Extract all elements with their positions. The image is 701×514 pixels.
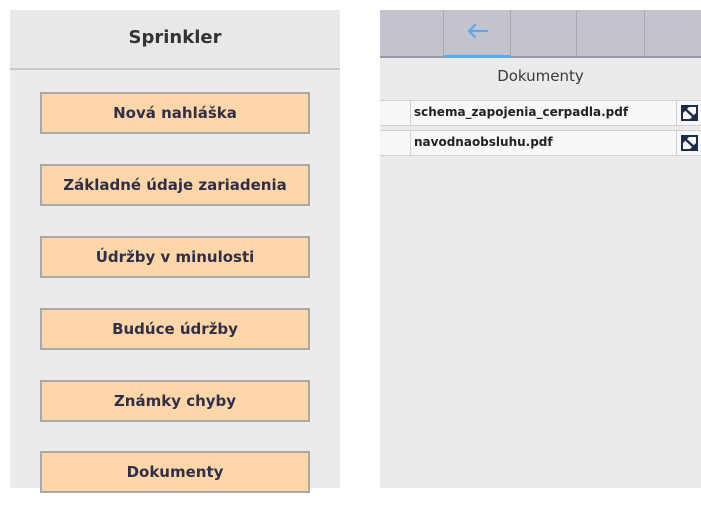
- future-maintenance-button[interactable]: Budúce údržby: [40, 308, 310, 350]
- panel-header: Sprinkler: [10, 10, 340, 70]
- new-report-button[interactable]: Nová nahláška: [40, 92, 310, 134]
- document-name[interactable]: navodnaobsluhu.pdf: [414, 135, 553, 149]
- section-title: Dokumenty: [497, 67, 584, 85]
- documents-panel: Dokumenty schema_zapojenia_cerpadla.pdf …: [380, 10, 701, 488]
- toolbar-cell: [380, 10, 444, 56]
- document-name[interactable]: schema_zapojenia_cerpadla.pdf: [414, 105, 628, 119]
- toolbar-cell: [577, 10, 645, 56]
- arrow-left-icon: [466, 23, 489, 43]
- toolbar: [380, 10, 701, 58]
- open-document-button[interactable]: [676, 131, 701, 155]
- page-title: Sprinkler: [128, 27, 222, 48]
- back-button[interactable]: [444, 10, 511, 58]
- error-signs-button[interactable]: Známky chyby: [40, 380, 310, 422]
- row-lead-cell: [380, 131, 411, 155]
- past-maintenance-button[interactable]: Údržby v minulosti: [40, 236, 310, 278]
- row-lead-cell: [380, 101, 411, 125]
- documents-button[interactable]: Dokumenty: [40, 451, 310, 493]
- device-basic-info-button[interactable]: Základné údaje zariadenia: [40, 164, 310, 206]
- open-document-button[interactable]: [676, 101, 701, 125]
- table-row[interactable]: schema_zapojenia_cerpadla.pdf: [380, 100, 701, 126]
- toolbar-cell: [511, 10, 577, 56]
- active-tab-indicator: [444, 55, 510, 58]
- table-row[interactable]: navodnaobsluhu.pdf: [380, 130, 701, 156]
- sprinkler-menu-panel: Sprinkler Nová nahláška Základné údaje z…: [10, 10, 340, 493]
- toolbar-cell: [645, 10, 701, 56]
